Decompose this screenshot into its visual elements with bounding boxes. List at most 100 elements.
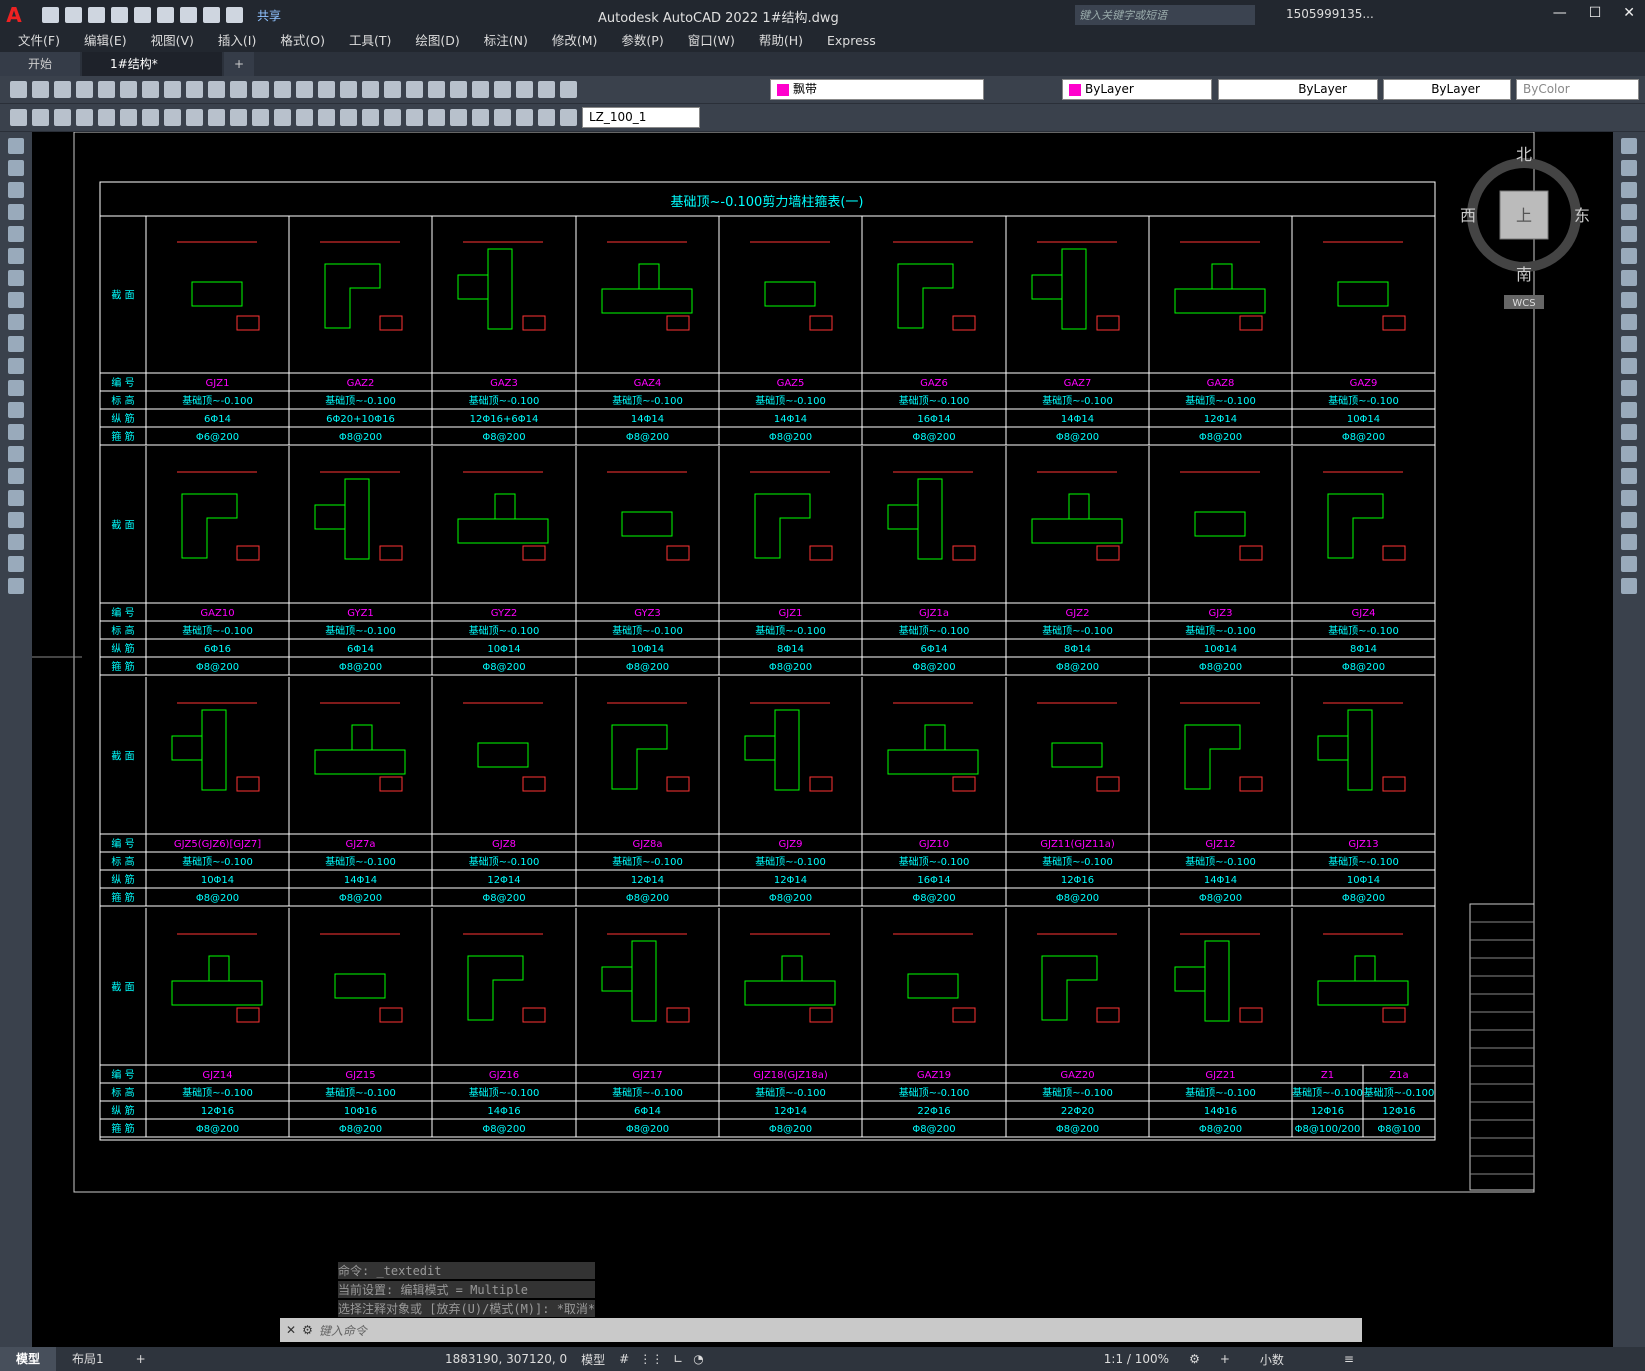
tool-icon[interactable] bbox=[1621, 468, 1637, 484]
toolbar-icon[interactable] bbox=[208, 81, 225, 98]
menu-item[interactable]: 插入(I) bbox=[218, 30, 256, 52]
tool-icon[interactable] bbox=[1621, 270, 1637, 286]
toolbar-icon[interactable] bbox=[76, 81, 93, 98]
toolbar-icon[interactable] bbox=[538, 109, 555, 126]
tool-icon[interactable] bbox=[8, 138, 24, 154]
toolbar-icon[interactable] bbox=[142, 109, 159, 126]
toolbar-icon[interactable] bbox=[76, 109, 93, 126]
toolbar-icon[interactable] bbox=[32, 81, 49, 98]
plus-icon[interactable]: + bbox=[1220, 1352, 1230, 1366]
tool-icon[interactable] bbox=[8, 292, 24, 308]
tool-icon[interactable] bbox=[1621, 534, 1637, 550]
menu-icon[interactable]: ≡ bbox=[1344, 1352, 1354, 1366]
toolbar-icon[interactable] bbox=[516, 81, 533, 98]
linetype-combo[interactable]: ByLayer bbox=[1218, 79, 1378, 100]
layer-combo[interactable]: 飘带 bbox=[770, 79, 984, 100]
tool-icon[interactable] bbox=[1621, 490, 1637, 506]
export-icon[interactable] bbox=[157, 7, 174, 23]
toolbar-icon[interactable] bbox=[208, 109, 225, 126]
tool-icon[interactable] bbox=[1621, 182, 1637, 198]
toolbar-icon[interactable] bbox=[32, 109, 49, 126]
toolbar-icon[interactable] bbox=[406, 109, 423, 126]
menu-item[interactable]: 窗口(W) bbox=[688, 30, 735, 52]
tool-icon[interactable] bbox=[8, 182, 24, 198]
tool-icon[interactable] bbox=[8, 160, 24, 176]
toolbar-icon[interactable] bbox=[54, 81, 71, 98]
toolbar-icon[interactable] bbox=[384, 109, 401, 126]
menu-item[interactable]: 编辑(E) bbox=[84, 30, 127, 52]
menu-item[interactable]: 标注(N) bbox=[484, 30, 528, 52]
new-icon[interactable] bbox=[42, 7, 59, 23]
share-button[interactable]: 共享 bbox=[257, 7, 281, 24]
menu-item[interactable]: Express bbox=[827, 30, 876, 52]
viewcube[interactable]: 北 南 西 东 上 WCS bbox=[1460, 140, 1600, 323]
tool-icon[interactable] bbox=[8, 446, 24, 462]
menu-item[interactable]: 工具(T) bbox=[349, 30, 391, 52]
toolbar-icon[interactable] bbox=[98, 109, 115, 126]
toolbar-icon[interactable] bbox=[450, 81, 467, 98]
toolbar-icon[interactable] bbox=[120, 109, 137, 126]
tool-icon[interactable] bbox=[8, 468, 24, 484]
tab-layout1[interactable]: 布局1 bbox=[56, 1347, 120, 1371]
minimize-icon[interactable]: — bbox=[1553, 5, 1567, 21]
toolbar-icon[interactable] bbox=[10, 109, 27, 126]
user-account[interactable]: 1505999135... bbox=[1286, 7, 1374, 21]
toolbar-icon[interactable] bbox=[472, 109, 489, 126]
menu-item[interactable]: 帮助(H) bbox=[759, 30, 803, 52]
tool-icon[interactable] bbox=[1621, 424, 1637, 440]
toolbar-icon[interactable] bbox=[142, 81, 159, 98]
toolbar-icon[interactable] bbox=[252, 109, 269, 126]
toolbar-icon[interactable] bbox=[538, 81, 555, 98]
tab-start[interactable]: 开始 bbox=[0, 52, 81, 76]
color-combo[interactable]: ByLayer bbox=[1062, 79, 1212, 100]
menu-item[interactable]: 格式(O) bbox=[280, 30, 325, 52]
tool-icon[interactable] bbox=[1621, 578, 1637, 594]
toolbar-icon[interactable] bbox=[494, 81, 511, 98]
units-button[interactable]: 小数 bbox=[1260, 1351, 1284, 1368]
tool-icon[interactable] bbox=[8, 578, 24, 594]
command-input[interactable]: 键入命令 bbox=[319, 1322, 367, 1339]
tool-icon[interactable] bbox=[8, 556, 24, 572]
tool-icon[interactable] bbox=[8, 248, 24, 264]
tool-icon[interactable] bbox=[1621, 446, 1637, 462]
toolbar-icon[interactable] bbox=[428, 109, 445, 126]
tab-add-layout[interactable]: + bbox=[120, 1347, 162, 1371]
toolbar-icon[interactable] bbox=[318, 109, 335, 126]
toolbar-icon[interactable] bbox=[516, 109, 533, 126]
tool-icon[interactable] bbox=[8, 226, 24, 242]
gear-icon[interactable]: ⚙ bbox=[1189, 1352, 1200, 1366]
toolbar-icon[interactable] bbox=[560, 81, 577, 98]
toolbar-icon[interactable] bbox=[164, 81, 181, 98]
toolbar-icon[interactable] bbox=[494, 109, 511, 126]
coordinates[interactable]: 1883190, 307120, 0 bbox=[445, 1352, 567, 1366]
toolbar-icon[interactable] bbox=[406, 81, 423, 98]
model-space-button[interactable]: 模型 bbox=[581, 1351, 605, 1368]
ortho-icon[interactable]: ∟ bbox=[673, 1352, 683, 1366]
dimstyle-combo[interactable]: LZ_100_1 bbox=[582, 107, 700, 128]
tool-icon[interactable] bbox=[1621, 512, 1637, 528]
toolbar-icon[interactable] bbox=[186, 81, 203, 98]
tool-icon[interactable] bbox=[1621, 314, 1637, 330]
command-line[interactable]: ✕ ⚙ 键入命令 bbox=[280, 1318, 1362, 1342]
toolbar-icon[interactable] bbox=[274, 81, 291, 98]
menu-item[interactable]: 绘图(D) bbox=[415, 30, 459, 52]
saveas-icon[interactable] bbox=[111, 7, 128, 23]
tool-icon[interactable] bbox=[8, 358, 24, 374]
toolbar-icon[interactable] bbox=[362, 109, 379, 126]
tool-icon[interactable] bbox=[1621, 248, 1637, 264]
lineweight-combo[interactable]: ByLayer bbox=[1383, 79, 1511, 100]
toolbar-icon[interactable] bbox=[560, 109, 577, 126]
toolbar-icon[interactable] bbox=[428, 81, 445, 98]
grid-icon[interactable]: # bbox=[619, 1352, 629, 1366]
tab-add[interactable]: + bbox=[224, 52, 255, 76]
plotstyle-combo[interactable]: ByColor bbox=[1516, 79, 1639, 100]
tool-icon[interactable] bbox=[1621, 556, 1637, 572]
maximize-icon[interactable]: ☐ bbox=[1589, 5, 1602, 21]
tool-icon[interactable] bbox=[1621, 292, 1637, 308]
toolbar-icon[interactable] bbox=[318, 81, 335, 98]
toolbar-icon[interactable] bbox=[10, 81, 27, 98]
close-icon[interactable]: ✕ bbox=[1623, 5, 1635, 21]
menu-item[interactable]: 文件(F) bbox=[18, 30, 60, 52]
tool-icon[interactable] bbox=[8, 424, 24, 440]
toolbar-icon[interactable] bbox=[362, 81, 379, 98]
